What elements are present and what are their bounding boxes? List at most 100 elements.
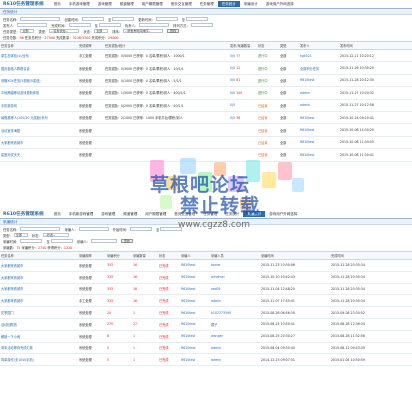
publisher-link[interactable]: R610test — [299, 149, 339, 161]
nav-item-tasks[interactable]: 任务管理 — [196, 1, 218, 7]
table-row: 活动回顾赛 系统处理 270 27 已完成 R610test 顺子 2015-08-25 10… — [0, 318, 412, 331]
staff-link[interactable]: R610test — [180, 295, 210, 307]
staff-link[interactable]: R610test — [180, 271, 210, 283]
staff-link[interactable]: R610test — [180, 260, 210, 272]
staff-link[interactable]: R610test — [180, 283, 210, 295]
count-total: 81 — [236, 78, 241, 83]
staff-link[interactable]: R610test — [180, 307, 210, 319]
editor-name-input[interactable] — [90, 239, 117, 243]
task-name-link[interactable]: 国庆各路人群报名返 — [0, 62, 78, 74]
nav-item-task-stats[interactable]: 任务统计 — [221, 211, 243, 217]
status-cell: 已完成 — [159, 263, 169, 268]
publisher-link[interactable]: R610test — [299, 111, 339, 123]
publisher-link[interactable]: 全部积分任务 — [299, 62, 339, 74]
time-cell: 2015-10-10 10:42:43 — [261, 275, 295, 280]
sort-input[interactable] — [190, 23, 213, 27]
task-name-link[interactable]: 原生态体验(4)/全系 — [0, 50, 78, 62]
staff-link[interactable]: R610test — [180, 318, 210, 330]
nav-item-mobile-games[interactable]: 手机游戏管理 — [65, 1, 94, 7]
nav-item-game-users[interactable]: 游戏用户外网选择 — [265, 211, 301, 217]
edit-end-input[interactable] — [50, 239, 73, 243]
user-link[interactable]: zzd09 — [210, 283, 260, 295]
task-name-link[interactable]: 平地跨越移动游戏更新体验 — [0, 87, 78, 99]
end-time-input[interactable] — [160, 227, 183, 231]
nav-item-user-terms[interactable]: 用户期限管理 — [141, 211, 170, 217]
count-cell: 0/0 12 — [229, 62, 257, 74]
nav-item-games[interactable]: 游戏管理 — [97, 211, 119, 217]
task-name-input[interactable] — [20, 17, 61, 21]
nav-item-home-interaction[interactable]: 首页交互管理 — [167, 1, 196, 7]
nav-item-channels[interactable]: 频道管理 — [116, 1, 138, 7]
task-name-link[interactable]: 大家都来看城市 — [0, 283, 78, 295]
user-link[interactable]: admin — [210, 295, 260, 307]
task-name-link[interactable]: 手机新游戏 — [0, 99, 78, 111]
create-end-input[interactable] — [112, 17, 135, 21]
nav-item-task-stats[interactable]: 任务统计 — [217, 1, 240, 7]
status-cell: 已结束 — [258, 128, 268, 133]
status-select[interactable]: --状态-- — [42, 233, 69, 237]
nav-item-home[interactable]: 首页 — [50, 1, 65, 7]
count-cell — [229, 124, 257, 136]
owner-input[interactable] — [139, 23, 170, 27]
nav-item-home-interaction[interactable]: 首页交互管理 — [170, 211, 199, 217]
search-button[interactable]: 查找 — [120, 238, 133, 244]
publisher-link[interactable]: R610test — [299, 74, 339, 86]
staff-link[interactable]: R610test — [180, 342, 210, 354]
user-link[interactable]: wanger — [210, 330, 260, 342]
user-link[interactable]: tumer — [210, 260, 260, 272]
staff-link[interactable]: R610test — [180, 354, 210, 366]
type-select[interactable]: 全部 — [13, 233, 28, 237]
update-end-input[interactable] — [186, 17, 209, 21]
task-name-link[interactable]: 花季国门 — [0, 307, 78, 319]
user-link[interactable]: windmei — [210, 271, 260, 283]
task-name-link[interactable]: 简单操作(无1000手机) — [0, 354, 78, 366]
nav-item-channels[interactable]: 频道管理 — [119, 211, 141, 217]
task-name-link[interactable]: 活动宣传海报 — [0, 124, 78, 136]
nav-item-game-users[interactable]: 游戏用户外网选择 — [262, 1, 298, 7]
nav-item-editorial[interactable]: 采编设计 — [240, 1, 262, 7]
task-name-link[interactable]: 周末活动等待完成汇款 — [0, 342, 78, 354]
task-name-link[interactable]: 大家都来看城市 — [0, 136, 78, 148]
task-name-link[interactable]: 活动回顾赛 — [0, 318, 78, 330]
task-name-input[interactable] — [20, 227, 61, 231]
task-type-select[interactable]: 全部 — [20, 29, 35, 33]
publisher-input[interactable] — [17, 23, 48, 27]
update-start-input[interactable] — [155, 17, 178, 21]
watermark-blob — [278, 162, 292, 180]
user-link[interactable]: k102373590 — [210, 307, 260, 319]
nav-item-tasks[interactable]: 任务管理 — [199, 211, 221, 217]
editor-input[interactable] — [78, 227, 109, 231]
task-name-link[interactable]: 星座测试天天 — [0, 149, 78, 161]
nav-item-user-terms[interactable]: 用户期限管理 — [138, 1, 167, 7]
nav-item-editorial[interactable]: 采编统计 — [243, 211, 266, 217]
task-name-link[interactable]: 大家都来看城市 — [0, 260, 78, 272]
status-select[interactable]: 全部 — [94, 29, 109, 33]
task-name-link[interactable]: 大家都来看城市 — [0, 271, 78, 283]
publisher-link[interactable]: kgk521 — [299, 50, 339, 62]
task-name-link[interactable]: 大家都来看城市 — [0, 295, 78, 307]
search-button[interactable]: 查找 — [167, 28, 180, 34]
start-time-input[interactable] — [130, 227, 153, 231]
done-start-input[interactable] — [68, 23, 91, 27]
done-end-input[interactable] — [98, 23, 121, 27]
user-link[interactable]: 顺子 — [210, 318, 260, 330]
nav-item-home[interactable]: 首页 — [50, 211, 65, 217]
status-cell: 已完成 — [159, 358, 169, 363]
staff-link[interactable]: R610test — [180, 330, 210, 342]
task-name-link[interactable]: 领略X0X任务(5视频/5渠道) — [0, 74, 78, 86]
user-link[interactable]: admin — [210, 354, 260, 366]
create-start-input[interactable] — [81, 17, 104, 21]
nav-item-games[interactable]: 游戏管理 — [94, 1, 116, 7]
publisher-link[interactable]: R610test — [299, 124, 339, 136]
publisher-link[interactable]: R610test — [299, 136, 339, 148]
task-name-link[interactable]: 暑假推荐人(100/20 元奖励)系列 — [0, 111, 78, 123]
edit-start-input[interactable] — [20, 239, 43, 243]
stat-earned: 1220 — [63, 246, 73, 250]
type-select[interactable]: --任务状态-- — [49, 29, 80, 33]
user-link[interactable]: admin — [210, 342, 260, 354]
nav-item-mobile-games[interactable]: 手机新游戏管理 — [65, 211, 98, 217]
publisher-link[interactable]: admin — [299, 99, 339, 111]
publisher-link[interactable]: admin — [299, 87, 339, 99]
task-name-link[interactable]: 解锁一下小闹 — [0, 330, 78, 342]
order-select[interactable]: --按发布时间排序-- — [123, 29, 164, 33]
